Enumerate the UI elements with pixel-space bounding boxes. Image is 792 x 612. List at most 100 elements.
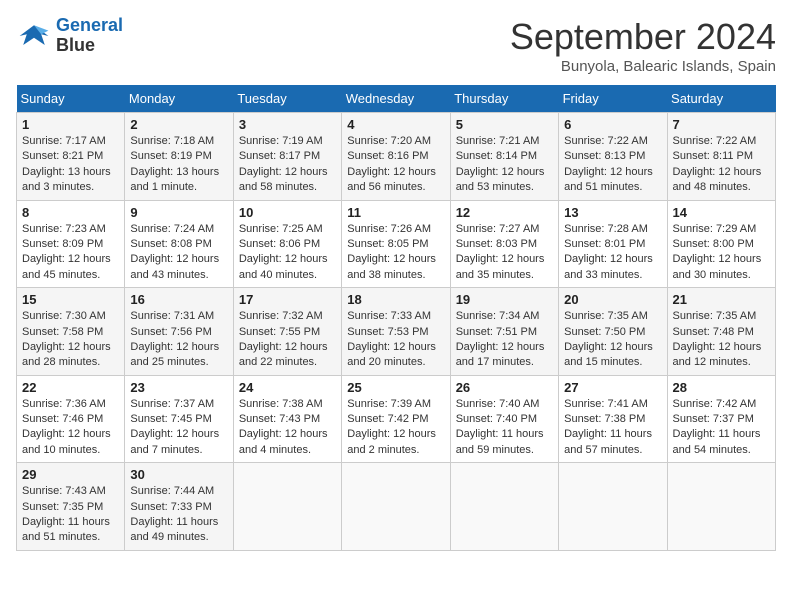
- calendar-week-3: 15 Sunrise: 7:30 AM Sunset: 7:58 PM Dayl…: [17, 288, 776, 376]
- sunrise-label: Sunrise: 7:41 AM: [564, 398, 648, 410]
- calendar-cell: 15 Sunrise: 7:30 AM Sunset: 7:58 PM Dayl…: [17, 288, 125, 376]
- sunrise-label: Sunrise: 7:36 AM: [22, 398, 106, 410]
- daylight-label: Daylight: 12 hours and 30 minutes.: [673, 253, 762, 280]
- calendar-cell: [233, 463, 341, 551]
- sunset-label: Sunset: 7:58 PM: [22, 326, 103, 338]
- daylight-label: Daylight: 12 hours and 10 minutes.: [22, 428, 111, 455]
- calendar-cell: 19 Sunrise: 7:34 AM Sunset: 7:51 PM Dayl…: [450, 288, 558, 376]
- sunrise-label: Sunrise: 7:31 AM: [130, 310, 214, 322]
- daylight-label: Daylight: 12 hours and 51 minutes.: [564, 166, 653, 193]
- calendar-week-2: 8 Sunrise: 7:23 AM Sunset: 8:09 PM Dayli…: [17, 200, 776, 288]
- calendar-table: SundayMondayTuesdayWednesdayThursdayFrid…: [16, 85, 776, 551]
- calendar-cell: 25 Sunrise: 7:39 AM Sunset: 7:42 PM Dayl…: [342, 375, 450, 463]
- day-number: 20: [564, 292, 661, 307]
- day-number: 19: [456, 292, 553, 307]
- calendar-cell: 11 Sunrise: 7:26 AM Sunset: 8:05 PM Dayl…: [342, 200, 450, 288]
- sunrise-label: Sunrise: 7:20 AM: [347, 135, 431, 147]
- day-number: 15: [22, 292, 119, 307]
- daylight-label: Daylight: 12 hours and 38 minutes.: [347, 253, 436, 280]
- day-number: 24: [239, 380, 336, 395]
- day-number: 13: [564, 205, 661, 220]
- sunset-label: Sunset: 8:11 PM: [673, 150, 754, 162]
- sunrise-label: Sunrise: 7:24 AM: [130, 223, 214, 235]
- calendar-cell: 13 Sunrise: 7:28 AM Sunset: 8:01 PM Dayl…: [559, 200, 667, 288]
- daylight-label: Daylight: 12 hours and 25 minutes.: [130, 341, 219, 368]
- day-number: 26: [456, 380, 553, 395]
- sunrise-label: Sunrise: 7:35 AM: [564, 310, 648, 322]
- sunrise-label: Sunrise: 7:44 AM: [130, 485, 214, 497]
- weekday-header-friday: Friday: [559, 85, 667, 113]
- day-info: Sunrise: 7:33 AM Sunset: 7:53 PM Dayligh…: [347, 309, 444, 371]
- sunset-label: Sunset: 8:08 PM: [130, 238, 211, 250]
- sunset-label: Sunset: 7:33 PM: [130, 501, 211, 513]
- day-info: Sunrise: 7:44 AM Sunset: 7:33 PM Dayligh…: [130, 484, 227, 546]
- day-number: 7: [673, 117, 770, 132]
- day-info: Sunrise: 7:40 AM Sunset: 7:40 PM Dayligh…: [456, 397, 553, 459]
- calendar-cell: 3 Sunrise: 7:19 AM Sunset: 8:17 PM Dayli…: [233, 113, 341, 201]
- day-info: Sunrise: 7:20 AM Sunset: 8:16 PM Dayligh…: [347, 134, 444, 196]
- day-info: Sunrise: 7:37 AM Sunset: 7:45 PM Dayligh…: [130, 397, 227, 459]
- sunset-label: Sunset: 8:19 PM: [130, 150, 211, 162]
- calendar-cell: [342, 463, 450, 551]
- day-info: Sunrise: 7:43 AM Sunset: 7:35 PM Dayligh…: [22, 484, 119, 546]
- daylight-label: Daylight: 12 hours and 4 minutes.: [239, 428, 328, 455]
- day-number: 5: [456, 117, 553, 132]
- sunset-label: Sunset: 8:09 PM: [22, 238, 103, 250]
- daylight-label: Daylight: 13 hours and 1 minute.: [130, 166, 219, 193]
- sunrise-label: Sunrise: 7:21 AM: [456, 135, 540, 147]
- calendar-cell: 28 Sunrise: 7:42 AM Sunset: 7:37 PM Dayl…: [667, 375, 775, 463]
- daylight-label: Daylight: 12 hours and 53 minutes.: [456, 166, 545, 193]
- daylight-label: Daylight: 12 hours and 58 minutes.: [239, 166, 328, 193]
- sunset-label: Sunset: 8:03 PM: [456, 238, 537, 250]
- day-info: Sunrise: 7:32 AM Sunset: 7:55 PM Dayligh…: [239, 309, 336, 371]
- day-number: 25: [347, 380, 444, 395]
- sunrise-label: Sunrise: 7:19 AM: [239, 135, 323, 147]
- daylight-label: Daylight: 12 hours and 17 minutes.: [456, 341, 545, 368]
- sunset-label: Sunset: 7:40 PM: [456, 413, 537, 425]
- sunrise-label: Sunrise: 7:32 AM: [239, 310, 323, 322]
- day-number: 28: [673, 380, 770, 395]
- daylight-label: Daylight: 12 hours and 15 minutes.: [564, 341, 653, 368]
- day-info: Sunrise: 7:17 AM Sunset: 8:21 PM Dayligh…: [22, 134, 119, 196]
- daylight-label: Daylight: 11 hours and 49 minutes.: [130, 516, 218, 543]
- daylight-label: Daylight: 12 hours and 48 minutes.: [673, 166, 762, 193]
- day-info: Sunrise: 7:42 AM Sunset: 7:37 PM Dayligh…: [673, 397, 770, 459]
- sunset-label: Sunset: 8:13 PM: [564, 150, 645, 162]
- calendar-cell: [450, 463, 558, 551]
- sunset-label: Sunset: 7:42 PM: [347, 413, 428, 425]
- day-number: 23: [130, 380, 227, 395]
- calendar-cell: 26 Sunrise: 7:40 AM Sunset: 7:40 PM Dayl…: [450, 375, 558, 463]
- calendar-cell: 21 Sunrise: 7:35 AM Sunset: 7:48 PM Dayl…: [667, 288, 775, 376]
- calendar-cell: 29 Sunrise: 7:43 AM Sunset: 7:35 PM Dayl…: [17, 463, 125, 551]
- calendar-cell: [667, 463, 775, 551]
- day-number: 6: [564, 117, 661, 132]
- sunset-label: Sunset: 8:14 PM: [456, 150, 537, 162]
- calendar-cell: 23 Sunrise: 7:37 AM Sunset: 7:45 PM Dayl…: [125, 375, 233, 463]
- day-number: 1: [22, 117, 119, 132]
- calendar-cell: 6 Sunrise: 7:22 AM Sunset: 8:13 PM Dayli…: [559, 113, 667, 201]
- day-info: Sunrise: 7:27 AM Sunset: 8:03 PM Dayligh…: [456, 222, 553, 284]
- calendar-title: September 2024: [510, 16, 776, 58]
- sunrise-label: Sunrise: 7:26 AM: [347, 223, 431, 235]
- daylight-label: Daylight: 12 hours and 2 minutes.: [347, 428, 436, 455]
- daylight-label: Daylight: 12 hours and 28 minutes.: [22, 341, 111, 368]
- sunset-label: Sunset: 7:55 PM: [239, 326, 320, 338]
- calendar-cell: 22 Sunrise: 7:36 AM Sunset: 7:46 PM Dayl…: [17, 375, 125, 463]
- calendar-cell: 18 Sunrise: 7:33 AM Sunset: 7:53 PM Dayl…: [342, 288, 450, 376]
- logo: GeneralBlue: [16, 16, 123, 56]
- calendar-cell: 30 Sunrise: 7:44 AM Sunset: 7:33 PM Dayl…: [125, 463, 233, 551]
- logo-text: GeneralBlue: [56, 16, 123, 56]
- sunrise-label: Sunrise: 7:29 AM: [673, 223, 757, 235]
- calendar-cell: 16 Sunrise: 7:31 AM Sunset: 7:56 PM Dayl…: [125, 288, 233, 376]
- daylight-label: Daylight: 12 hours and 22 minutes.: [239, 341, 328, 368]
- sunrise-label: Sunrise: 7:18 AM: [130, 135, 214, 147]
- logo-icon: [16, 18, 52, 54]
- weekday-header-wednesday: Wednesday: [342, 85, 450, 113]
- sunrise-label: Sunrise: 7:40 AM: [456, 398, 540, 410]
- sunrise-label: Sunrise: 7:35 AM: [673, 310, 757, 322]
- calendar-week-4: 22 Sunrise: 7:36 AM Sunset: 7:46 PM Dayl…: [17, 375, 776, 463]
- sunset-label: Sunset: 7:51 PM: [456, 326, 537, 338]
- day-number: 3: [239, 117, 336, 132]
- daylight-label: Daylight: 12 hours and 40 minutes.: [239, 253, 328, 280]
- sunrise-label: Sunrise: 7:17 AM: [22, 135, 106, 147]
